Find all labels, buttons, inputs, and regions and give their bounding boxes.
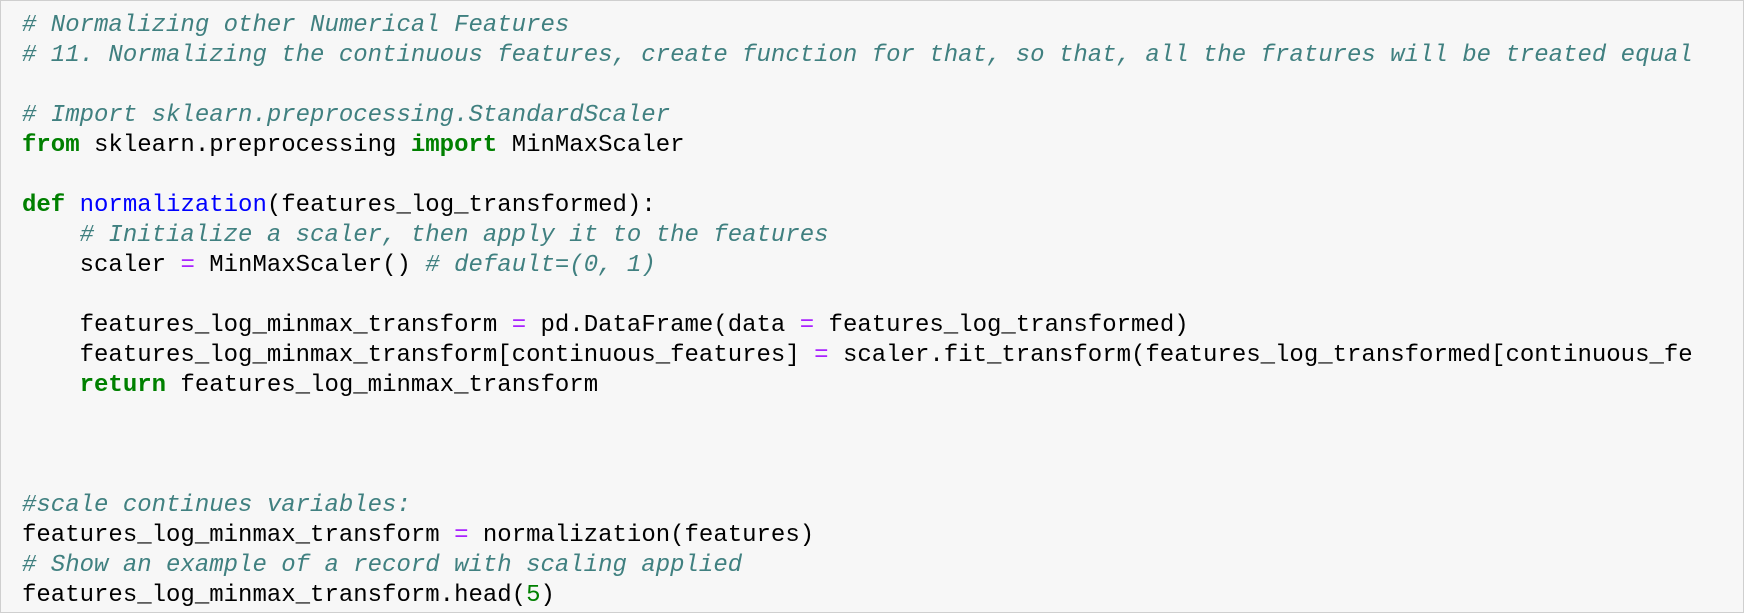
code-comment: # 11. Normalizing the continuous feature… [22, 42, 1693, 69]
code-editor[interactable]: # Normalizing other Numerical Features # … [22, 11, 1693, 611]
code-text: ) [540, 582, 555, 609]
code-line: # Import sklearn.preprocessing.StandardS… [22, 101, 1693, 131]
code-text: features_log_minmax_transform [166, 372, 599, 399]
code-text: features_log_minmax_transform [22, 312, 512, 339]
code-number: 5 [526, 582, 541, 609]
code-keyword: return [79, 372, 167, 399]
code-line: return features_log_minmax_transform [22, 371, 1693, 401]
code-line: features_log_minmax_transform[continuous… [22, 341, 1693, 371]
code-text: MinMaxScaler [497, 132, 685, 159]
code-comment: #scale continues variables: [22, 492, 411, 519]
code-text: scaler.fit_transform(features_log_transf… [828, 342, 1693, 369]
code-line: #scale continues variables: [22, 491, 1693, 521]
code-text: pd.DataFrame(data [526, 312, 800, 339]
code-comment: # Initialize a scaler, then apply it to … [79, 222, 829, 249]
code-line: from sklearn.preprocessing import MinMax… [22, 131, 1693, 161]
code-text: scaler [22, 252, 181, 279]
code-line: # Normalizing other Numerical Features [22, 11, 1693, 41]
code-comment: # Show an example of a record with scali… [22, 552, 743, 579]
code-line: # 11. Normalizing the continuous feature… [22, 41, 1693, 71]
code-keyword: def [22, 192, 66, 219]
code-comment: # Import sklearn.preprocessing.StandardS… [22, 102, 671, 129]
code-cell[interactable]: # Normalizing other Numerical Features # … [0, 0, 1744, 613]
code-function-name: normalization [79, 192, 267, 219]
code-line: features_log_minmax_transform = normaliz… [22, 521, 1693, 551]
code-text: MinMaxScaler() [194, 252, 426, 279]
code-text: features_log_minmax_transform.head( [22, 582, 527, 609]
code-operator: = [511, 312, 527, 339]
code-text: features_log_minmax_transform [22, 522, 455, 549]
code-comment: # Normalizing other Numerical Features [22, 12, 570, 39]
code-text: sklearn.preprocessing [79, 132, 411, 159]
code-comment: # default=(0, 1) [425, 252, 656, 279]
code-text: features_log_transformed) [814, 312, 1189, 339]
code-line: def normalization(features_log_transform… [22, 191, 1693, 221]
code-keyword: from [22, 132, 80, 159]
code-operator: = [180, 252, 195, 279]
code-text: features_log_minmax_transform[continuous… [22, 342, 815, 369]
code-keyword: import [410, 132, 498, 159]
code-line: # Initialize a scaler, then apply it to … [22, 221, 1693, 251]
code-line: # Show an example of a record with scali… [22, 551, 1693, 581]
code-operator: = [799, 312, 815, 339]
code-line: features_log_minmax_transform = pd.DataF… [22, 311, 1693, 341]
code-text: normalization(features) [468, 522, 815, 549]
code-line: features_log_minmax_transform.head(5) [22, 581, 1693, 611]
code-operator: = [814, 342, 829, 369]
code-text: (features_log_transformed): [266, 192, 656, 219]
code-line: scaler = MinMaxScaler() # default=(0, 1) [22, 251, 1693, 281]
code-operator: = [454, 522, 469, 549]
